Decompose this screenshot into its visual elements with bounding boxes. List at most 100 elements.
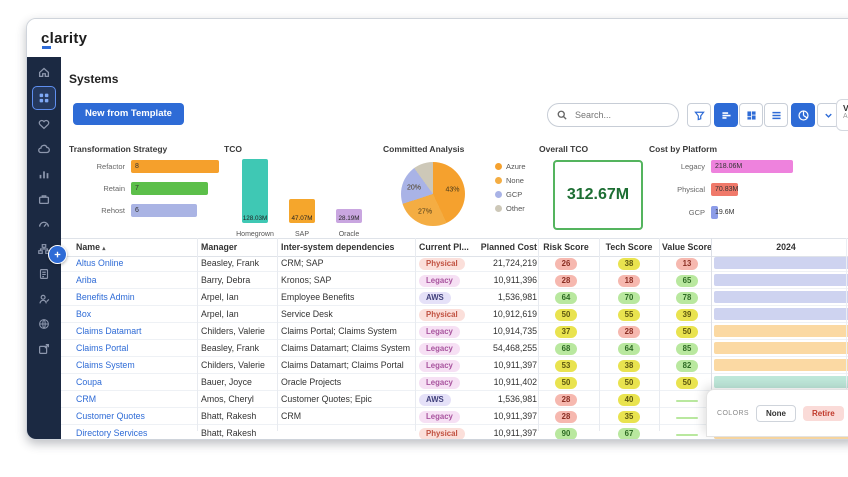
sidebar-item-analytics[interactable] [34, 165, 54, 183]
tech-score-cell: 35 [602, 408, 656, 424]
timeline-bar[interactable] [714, 308, 848, 320]
search-box[interactable] [547, 103, 679, 127]
timeline-bar[interactable] [714, 291, 848, 303]
manager-cell: Childers, Valerie [201, 326, 265, 336]
table-row[interactable]: Altus Online Beasley, Frank CRM; SAP Phy… [61, 255, 848, 272]
platform-cell: Legacy [419, 374, 460, 390]
bar[interactable]: 28.19M [336, 209, 362, 223]
share-icon [37, 342, 51, 356]
col-header-planned-cost[interactable]: Planned Cost [457, 239, 537, 255]
system-name-link[interactable]: Ariba [76, 272, 97, 288]
color-option-retire[interactable]: Retire [802, 405, 844, 421]
timeline-bar[interactable] [714, 325, 848, 337]
bar-value: 47.07M [291, 215, 313, 222]
sidebar-item-systems[interactable] [32, 86, 56, 110]
risk-score-badge: 90 [555, 428, 577, 439]
search-icon [556, 109, 568, 121]
system-name-link[interactable]: Coupa [76, 374, 102, 390]
bar[interactable]: 8 [131, 160, 219, 173]
system-name-link[interactable]: Benefits Admin [76, 289, 135, 305]
legend-label: Other [506, 203, 525, 213]
table-row[interactable]: Claims System Childers, Valerie Claims D… [61, 357, 848, 374]
system-name-link[interactable]: Claims Datamart [76, 323, 142, 339]
new-from-template-button[interactable]: New from Template [73, 103, 184, 125]
value-score-badge: 78 [676, 292, 698, 304]
system-name-link[interactable]: Customer Quotes [76, 408, 145, 424]
system-name-link[interactable]: Box [76, 306, 91, 322]
risk-score-badge: 28 [555, 411, 577, 423]
bar[interactable]: 6 [131, 204, 197, 217]
sidebar-item-export[interactable] [34, 340, 54, 358]
platform-cell: Legacy [419, 340, 460, 356]
bar[interactable]: 128.03M [242, 159, 268, 223]
sidebar-item-settings[interactable] [34, 315, 54, 333]
col-header-manager[interactable]: Manager [201, 239, 237, 255]
timeline-bar[interactable] [714, 359, 848, 371]
manager-cell: Arpel, Ian [201, 309, 239, 319]
dependencies-cell: Kronos; SAP [281, 275, 332, 285]
chart-cost-by-clipped[interactable]: Cost by AzureNoneGCP [801, 142, 848, 238]
system-name-link[interactable]: Directory Services [76, 425, 147, 439]
gantt-view-button[interactable] [714, 103, 738, 127]
view-selector-clipped[interactable]: V A [836, 99, 848, 131]
sidebar-item-cloud[interactable] [34, 140, 54, 158]
system-name-link[interactable]: CRM [76, 391, 96, 407]
table-row[interactable]: Claims Portal Beasley, Frank Claims Data… [61, 340, 848, 357]
sidebar-item-resources[interactable] [34, 290, 54, 308]
col-header-value-score[interactable]: Value Score [660, 239, 714, 255]
col-header-tech-score[interactable]: Tech Score [602, 239, 656, 255]
value-score-badge: 65 [676, 275, 698, 287]
planned-cost-cell: 10,914,735 [492, 326, 537, 336]
bar[interactable]: 218.06M [711, 160, 793, 173]
system-name-link[interactable]: Claims System [76, 357, 135, 373]
risk-score-cell: 28 [539, 408, 593, 424]
chart-tco[interactable]: TCO 128.03M Homegrown 47.07M SAP 28.19M Oracl… [224, 142, 379, 238]
chart-transformation-strategy[interactable]: Transformation Strategy Refactor 8 Retai… [69, 142, 221, 238]
chart-icon [37, 167, 51, 181]
sidebar-item-portfolio[interactable] [34, 190, 54, 208]
system-name-link[interactable]: Altus Online [76, 255, 123, 271]
table-row[interactable]: Claims Datamart Childers, Valerie Claims… [61, 323, 848, 340]
charts-toggle-button[interactable] [791, 103, 815, 127]
table-row[interactable]: Box Arpel, Ian Service Desk Physical 10,… [61, 306, 848, 323]
sidebar-item-forms[interactable] [34, 265, 54, 283]
col-header-risk-score[interactable]: Risk Score [539, 239, 593, 255]
bar[interactable]: 47.07M [289, 199, 315, 223]
chart-cost-by-platform[interactable]: Cost by Platform Legacy 218.06M Physical… [649, 142, 809, 238]
platform-badge: Legacy [419, 343, 460, 355]
pie-chart[interactable] [401, 162, 465, 226]
sidebar-item-dashboards[interactable] [34, 215, 54, 233]
value-score-badge: 39 [676, 309, 698, 321]
value-score-badge: 50 [676, 326, 698, 338]
col-header-name[interactable]: Name ▴ [76, 239, 105, 255]
col-header-dependencies[interactable]: Inter-system dependencies [281, 239, 394, 255]
col-header-year-2024[interactable]: 2024 [713, 239, 848, 255]
filter-button[interactable] [687, 103, 711, 127]
tech-score-badge: 38 [618, 360, 640, 372]
risk-score-badge: 50 [555, 309, 577, 321]
table-row[interactable]: Ariba Barry, Debra Kronos; SAP Legacy 10… [61, 272, 848, 289]
bar[interactable]: 70.83M [711, 183, 738, 196]
color-option-none[interactable]: None [755, 404, 796, 422]
dependencies-cell: Service Desk [281, 309, 333, 319]
timeline-bar[interactable] [714, 257, 848, 269]
list-view-button[interactable] [764, 103, 788, 127]
timeline-bar[interactable] [714, 376, 848, 388]
system-name-link[interactable]: Claims Portal [76, 340, 128, 356]
sidebar-item-health[interactable] [34, 115, 54, 133]
bar[interactable]: 7 [131, 182, 208, 195]
table-row[interactable]: Benefits Admin Arpel, Ian Employee Benef… [61, 289, 848, 306]
board-view-button[interactable] [739, 103, 763, 127]
chart-committed-analysis[interactable]: Committed Analysis 43% Azure 27% None 20% GCP… [383, 142, 543, 238]
sort-asc-icon: ▴ [102, 246, 106, 252]
risk-score-badge: 26 [555, 258, 577, 270]
search-input[interactable] [573, 109, 670, 121]
timeline-bar[interactable] [714, 274, 848, 286]
tech-score-cell: 38 [602, 255, 656, 271]
heart-icon [37, 117, 51, 131]
bar[interactable]: 19.6M [711, 206, 734, 219]
add-row-button[interactable] [48, 245, 67, 264]
sidebar-item-home[interactable] [34, 63, 54, 81]
manager-cell: Childers, Valerie [201, 360, 265, 370]
timeline-bar[interactable] [714, 342, 848, 354]
